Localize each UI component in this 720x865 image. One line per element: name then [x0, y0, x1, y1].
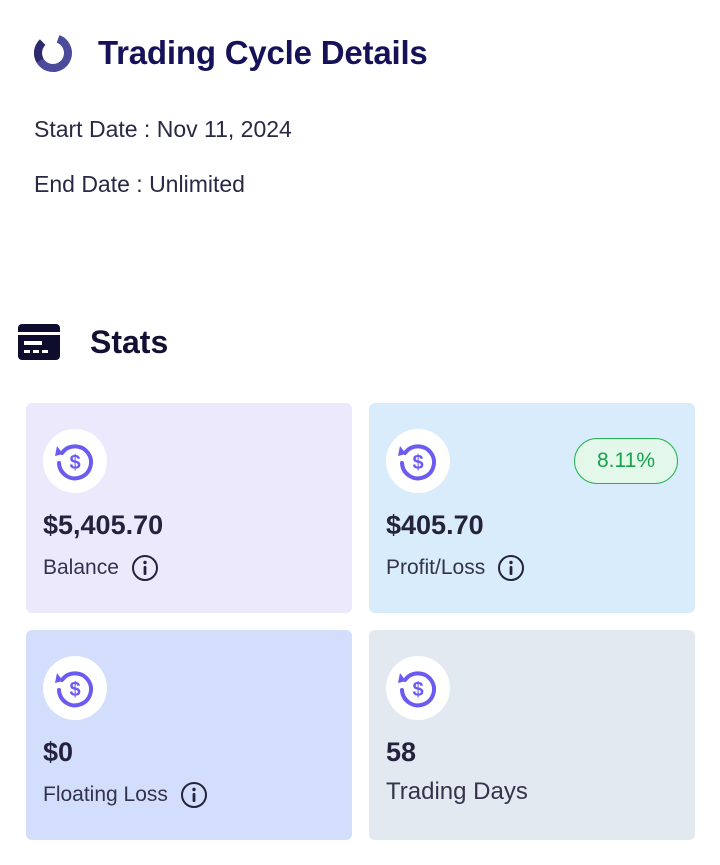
- floating-loss-card: $ $0 Floating Loss: [26, 630, 352, 840]
- info-icon[interactable]: [180, 781, 208, 809]
- balance-label-row: Balance: [43, 554, 159, 582]
- trading-days-label-row: Trading Days: [386, 778, 528, 806]
- svg-text:$: $: [69, 452, 80, 474]
- trading-cycle-page: Trading Cycle Details Start Date : Nov 1…: [0, 0, 720, 865]
- profit-loss-card: $ 8.11% $405.70 Profit/Loss: [369, 403, 695, 613]
- profit-loss-value: $405.70: [386, 510, 484, 540]
- dollar-refresh-icon: $: [398, 444, 436, 481]
- balance-value: $5,405.70: [43, 510, 164, 540]
- floating-loss-value: $0: [43, 737, 74, 767]
- balance-card: $ $5,405.70 Balance: [26, 403, 352, 613]
- profit-icon-circle: $: [386, 429, 450, 493]
- page-title: Trading Cycle Details: [98, 34, 428, 71]
- floating-loss-label: Floating Loss: [43, 783, 168, 806]
- dollar-refresh-icon: $: [398, 671, 436, 708]
- balance-icon-circle: $: [43, 429, 107, 493]
- floating-loss-label-row: Floating Loss: [43, 781, 208, 809]
- dollar-refresh-icon: $: [55, 671, 93, 708]
- info-icon[interactable]: [497, 554, 525, 582]
- cycle-ring-icon: [34, 34, 72, 72]
- svg-text:$: $: [69, 679, 80, 701]
- days-icon-circle: $: [386, 656, 450, 720]
- svg-text:$: $: [412, 452, 423, 474]
- profit-loss-label: Profit/Loss: [386, 556, 486, 579]
- trading-days-label: Trading Days: [386, 778, 528, 805]
- stats-header: Stats: [16, 322, 168, 362]
- balance-label: Balance: [43, 556, 119, 579]
- trading-days-card: $ 58 Trading Days: [369, 630, 695, 840]
- trading-days-value: 58: [386, 737, 417, 767]
- info-icon[interactable]: [131, 554, 159, 582]
- stats-card-icon: [18, 324, 60, 360]
- stats-title: Stats: [90, 323, 169, 360]
- svg-text:$: $: [412, 679, 423, 701]
- floating-icon-circle: $: [43, 656, 107, 720]
- dollar-refresh-icon: $: [55, 444, 93, 481]
- profit-loss-label-row: Profit/Loss: [386, 554, 525, 582]
- percent-badge: 8.11%: [574, 438, 678, 484]
- start-date: Start Date : Nov 11, 2024: [34, 116, 292, 142]
- cycle-header: Trading Cycle Details: [32, 32, 428, 74]
- end-date: End Date : Unlimited: [34, 171, 245, 197]
